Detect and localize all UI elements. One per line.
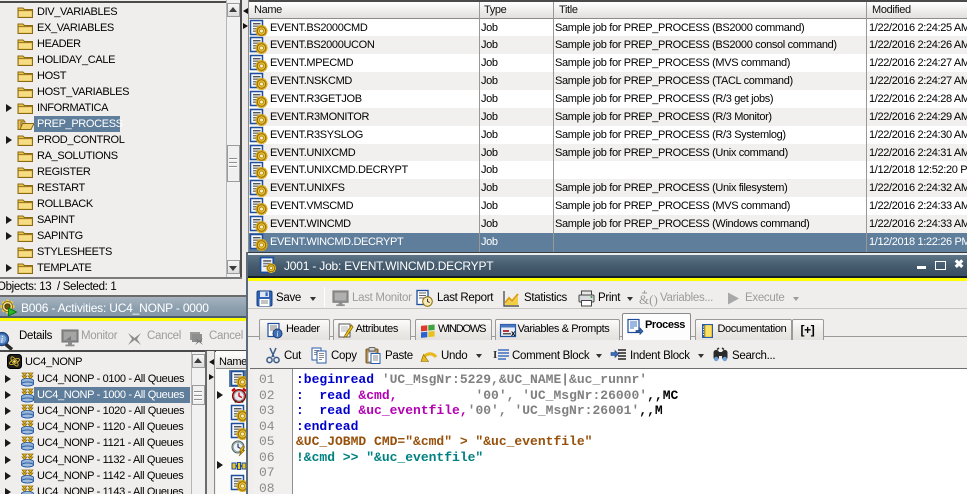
svg-text:I: I (493, 349, 497, 361)
svg-text:&(): &() (639, 292, 658, 307)
svg-text:i: i (276, 330, 278, 339)
svg-text:x: x (511, 329, 516, 338)
